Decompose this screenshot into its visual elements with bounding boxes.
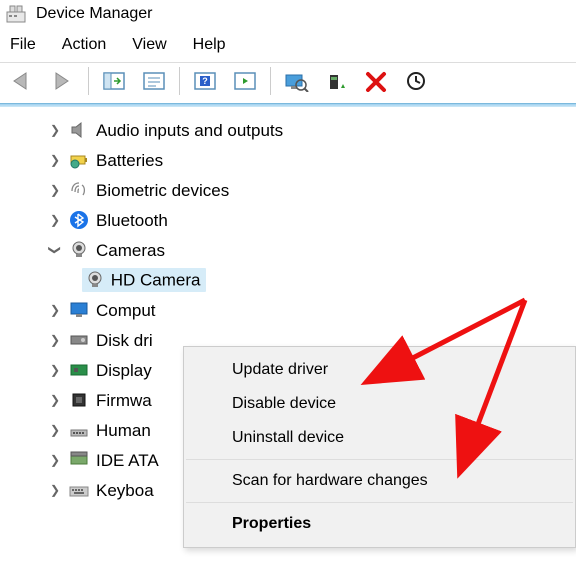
window-title: Device Manager bbox=[36, 5, 153, 23]
tree-label: Audio inputs and outputs bbox=[96, 122, 283, 139]
toolbar: ? bbox=[0, 62, 576, 103]
chevron-right-icon[interactable]: ❯ bbox=[48, 424, 62, 436]
toolbar-separator bbox=[88, 67, 89, 95]
bluetooth-icon bbox=[68, 209, 90, 231]
battery-icon bbox=[68, 149, 90, 171]
chevron-right-icon[interactable]: ❯ bbox=[48, 304, 62, 316]
properties-button[interactable] bbox=[135, 65, 173, 97]
tree-label: Bluetooth bbox=[96, 212, 168, 229]
display-adapter-icon bbox=[68, 359, 90, 381]
tree-label: Comput bbox=[96, 302, 156, 319]
device-manager-icon bbox=[6, 4, 26, 24]
tree-node-biometric[interactable]: ❯ Biometric devices bbox=[48, 175, 576, 205]
tree-label: Biometric devices bbox=[96, 182, 229, 199]
tree-node-hd-camera[interactable]: HD Camera bbox=[82, 265, 576, 295]
back-button[interactable] bbox=[4, 65, 42, 97]
chevron-right-icon[interactable]: ❯ bbox=[48, 124, 62, 136]
show-hide-console-button[interactable] bbox=[95, 65, 133, 97]
tree-node-audio[interactable]: ❯ Audio inputs and outputs bbox=[48, 115, 576, 145]
camera-icon bbox=[68, 239, 90, 261]
toolbar-separator bbox=[270, 67, 271, 95]
ctx-uninstall-device[interactable]: Uninstall device bbox=[184, 421, 575, 455]
menu-divider bbox=[186, 459, 573, 460]
tree-label: Disk dri bbox=[96, 332, 153, 349]
chevron-right-icon[interactable]: ❯ bbox=[48, 364, 62, 376]
tree-label: Cameras bbox=[96, 242, 165, 259]
chevron-right-icon[interactable]: ❯ bbox=[48, 484, 62, 496]
menu-action[interactable]: Action bbox=[62, 36, 106, 54]
chevron-right-icon[interactable]: ❯ bbox=[48, 334, 62, 346]
chevron-right-icon[interactable]: ❯ bbox=[48, 214, 62, 226]
help-button[interactable]: ? bbox=[186, 65, 224, 97]
ctx-update-driver[interactable]: Update driver bbox=[184, 353, 575, 387]
disable-device-button[interactable] bbox=[397, 65, 435, 97]
menu-view[interactable]: View bbox=[132, 36, 166, 54]
tree-label: HD Camera bbox=[111, 271, 201, 290]
scan-hardware-button[interactable] bbox=[277, 65, 315, 97]
chevron-right-icon[interactable]: ❯ bbox=[48, 154, 62, 166]
monitor-icon bbox=[68, 299, 90, 321]
tree-label: Batteries bbox=[96, 152, 163, 169]
hid-icon bbox=[68, 419, 90, 441]
menu-file[interactable]: File bbox=[10, 36, 36, 54]
disk-icon bbox=[68, 329, 90, 351]
tree-label: IDE ATA bbox=[96, 452, 159, 469]
chevron-right-icon[interactable]: ❯ bbox=[48, 394, 62, 406]
tree-node-bluetooth[interactable]: ❯ Bluetooth bbox=[48, 205, 576, 235]
ctx-disable-device[interactable]: Disable device bbox=[184, 387, 575, 421]
fingerprint-icon bbox=[68, 179, 90, 201]
chevron-down-icon[interactable]: ❯ bbox=[49, 243, 61, 257]
tree-label: Human bbox=[96, 422, 151, 439]
camera-icon bbox=[84, 269, 106, 291]
tree-label: Keyboa bbox=[96, 482, 154, 499]
chevron-right-icon[interactable]: ❯ bbox=[48, 184, 62, 196]
ide-controller-icon bbox=[68, 449, 90, 471]
tree-node-batteries[interactable]: ❯ Batteries bbox=[48, 145, 576, 175]
update-driver-button[interactable] bbox=[317, 65, 355, 97]
speaker-icon bbox=[68, 119, 90, 141]
forward-button[interactable] bbox=[44, 65, 82, 97]
ctx-properties[interactable]: Properties bbox=[184, 507, 575, 541]
titlebar: Device Manager bbox=[0, 0, 576, 30]
menu-divider bbox=[186, 502, 573, 503]
ctx-scan-hardware[interactable]: Scan for hardware changes bbox=[184, 464, 575, 498]
menubar: File Action View Help bbox=[0, 30, 576, 62]
svg-text:?: ? bbox=[202, 76, 208, 86]
keyboard-icon bbox=[68, 479, 90, 501]
context-menu: Update driver Disable device Uninstall d… bbox=[183, 346, 576, 548]
uninstall-device-button[interactable] bbox=[357, 65, 395, 97]
toolbar-separator bbox=[179, 67, 180, 95]
tree-label: Firmwa bbox=[96, 392, 152, 409]
tree-node-cameras[interactable]: ❯ Cameras bbox=[48, 235, 576, 265]
show-hidden-devices-button[interactable] bbox=[226, 65, 264, 97]
tree-label: Display bbox=[96, 362, 152, 379]
tree-node-computers[interactable]: ❯ Comput bbox=[48, 295, 576, 325]
chevron-right-icon[interactable]: ❯ bbox=[48, 454, 62, 466]
chip-icon bbox=[68, 389, 90, 411]
menu-help[interactable]: Help bbox=[193, 36, 226, 54]
